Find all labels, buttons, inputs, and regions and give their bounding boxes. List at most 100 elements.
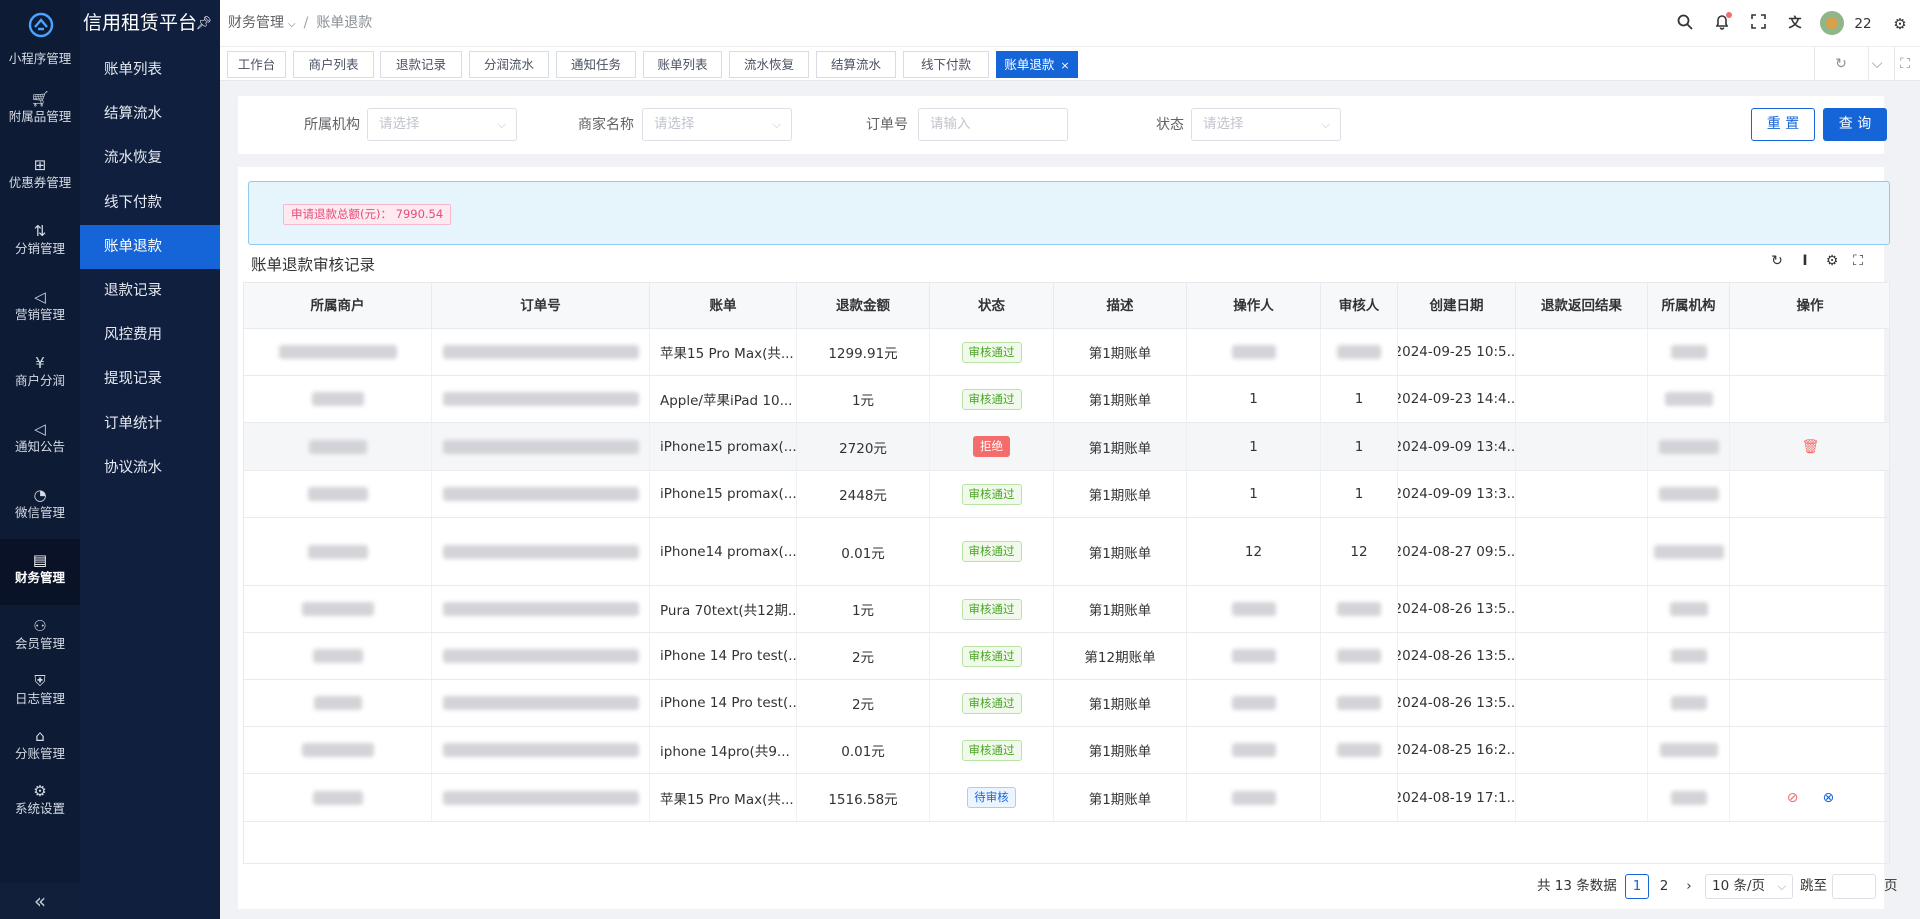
merchant-cell bbox=[244, 329, 432, 375]
merchant-select[interactable]: 请选择 ⌵ bbox=[642, 108, 792, 141]
refresh-tab-icon[interactable]: ↻ bbox=[1832, 55, 1850, 73]
breadcrumb-parent[interactable]: 财务管理 bbox=[228, 15, 284, 31]
created-date-cell: 2024-08-27 09:5... bbox=[1398, 518, 1516, 585]
settings-icon[interactable]: ⚙︎ bbox=[1822, 251, 1842, 271]
refund-result-cell bbox=[1516, 727, 1648, 773]
nav-item-yen[interactable]: ¥ 商户分润 bbox=[0, 342, 80, 397]
redacted-auditor bbox=[1337, 602, 1381, 616]
tab-2[interactable]: 退款记录 bbox=[380, 51, 462, 78]
pagination: 共 13 条数据 1 2 › 10 条/页 ⌵ 跳至 页 bbox=[238, 874, 1898, 904]
fullscreen-icon[interactable] bbox=[1748, 14, 1768, 34]
nav-item-label: 分销管理 bbox=[14, 241, 65, 256]
order-input[interactable]: 请输入 bbox=[918, 108, 1068, 141]
tab-1[interactable]: 商户列表 bbox=[293, 51, 374, 78]
tab-5[interactable]: 账单列表 bbox=[643, 51, 722, 78]
subnav-item-0[interactable]: 账单列表 bbox=[80, 48, 220, 92]
redacted-operator bbox=[1231, 696, 1276, 710]
collapse-sidebar-button[interactable]: « bbox=[0, 883, 80, 919]
user-name[interactable]: 22 bbox=[1852, 14, 1874, 34]
search-button[interactable]: 查 询 bbox=[1823, 108, 1887, 141]
wechat-icon: ◔ bbox=[33, 486, 47, 504]
subnav-item-5[interactable]: 退款记录 bbox=[80, 269, 220, 313]
bill-cell: iPhone14 promax(... bbox=[650, 518, 797, 585]
tab-label: 线下付款 bbox=[920, 57, 971, 72]
reject-icon[interactable]: ⊗ bbox=[1823, 790, 1835, 806]
next-page-icon[interactable]: › bbox=[1679, 874, 1699, 899]
delete-icon[interactable]: 🗑︎ bbox=[1802, 439, 1820, 455]
actions-cell: ⊘ ⊗ bbox=[1730, 774, 1889, 821]
tab-4[interactable]: 通知任务 bbox=[556, 51, 636, 78]
redacted-auditor bbox=[1337, 345, 1381, 359]
page-1[interactable]: 1 bbox=[1625, 874, 1649, 899]
subnav-item-7[interactable]: 提现记录 bbox=[80, 357, 220, 401]
maximize-icon[interactable]: ⛶ bbox=[1896, 55, 1914, 73]
nav-item-notice[interactable]: ◁ 通知公告 bbox=[0, 408, 80, 463]
tab-9[interactable]: 账单退款 × bbox=[996, 51, 1078, 78]
status-cell: 审核通过 bbox=[930, 518, 1054, 585]
nav-item-wechat[interactable]: ◔ 微信管理 bbox=[0, 474, 80, 529]
bill-cell: iPhone15 promax(... bbox=[650, 423, 797, 470]
nav-item-member[interactable]: ⚇ 会员管理 bbox=[0, 605, 80, 660]
subnav-item-4[interactable]: 账单退款 bbox=[80, 224, 220, 269]
bell-icon[interactable] bbox=[1712, 12, 1732, 34]
refresh-icon[interactable]: ↻ bbox=[1767, 251, 1787, 271]
org-select[interactable]: 请选择 ⌵ bbox=[367, 108, 517, 141]
tab-3[interactable]: 分润流水 bbox=[469, 51, 549, 78]
shield-icon: ⛨ bbox=[34, 672, 46, 690]
chevron-down-icon[interactable]: ⌵ bbox=[1868, 55, 1886, 73]
nav-item-megaphone[interactable]: ◁ 营销管理 bbox=[0, 276, 80, 331]
tab-0[interactable]: 工作台 bbox=[227, 51, 286, 78]
tab-6[interactable]: 流水恢复 bbox=[729, 51, 809, 78]
redacted-order-no bbox=[442, 743, 639, 757]
created-date-cell: 2024-08-25 16:2... bbox=[1398, 727, 1516, 773]
close-icon[interactable]: × bbox=[1060, 59, 1069, 72]
miniapp-icon bbox=[0, 0, 80, 48]
tab-7[interactable]: 结算流水 bbox=[816, 51, 896, 78]
tab-label: 商户列表 bbox=[308, 57, 359, 72]
table-row: Pura 70text(共12期... 1元 审核通过 第1期账单 2024-08-26… bbox=[244, 586, 1889, 633]
order-no-cell bbox=[432, 376, 650, 422]
total-count: 共 13 条数据 bbox=[1537, 878, 1617, 894]
subnav-item-3[interactable]: 线下付款 bbox=[80, 181, 220, 225]
amount-cell: 1516.58元 bbox=[797, 774, 930, 821]
status-badge: 审核通过 bbox=[961, 645, 1022, 667]
nav-item-distribution[interactable]: ⇅ 分销管理 bbox=[0, 210, 80, 265]
amount-cell: 0.01元 bbox=[797, 727, 930, 773]
distribution-icon: ⇅ bbox=[33, 222, 47, 240]
reset-button[interactable]: 重 置 bbox=[1751, 108, 1815, 141]
actions-cell bbox=[1730, 633, 1889, 679]
subnav-item-6[interactable]: 风控费用 bbox=[80, 313, 220, 357]
approve-icon[interactable]: ⊘ bbox=[1787, 790, 1799, 806]
redacted-org bbox=[1664, 392, 1713, 406]
subnav-item-9[interactable]: 协议流水 bbox=[80, 446, 220, 490]
column-height-icon[interactable]: Ⅰ bbox=[1795, 251, 1815, 271]
status-select[interactable]: 请选择 ⌵ bbox=[1191, 108, 1341, 141]
subnav-item-8[interactable]: 订单统计 bbox=[80, 402, 220, 446]
avatar[interactable] bbox=[1820, 11, 1844, 35]
auditor-cell: 1 bbox=[1321, 423, 1398, 470]
fullscreen-icon[interactable]: ⛶ bbox=[1848, 251, 1868, 271]
subnav-item-1[interactable]: 结算流水 bbox=[80, 92, 220, 136]
notice-icon: ◁ bbox=[34, 420, 46, 438]
nav-item-miniapp[interactable]: 小程序管理 bbox=[0, 0, 80, 66]
nav-item-split[interactable]: ⌂ 分账管理 bbox=[0, 715, 80, 770]
org-label: 所属机构 bbox=[304, 117, 360, 133]
search-icon[interactable] bbox=[1675, 14, 1695, 34]
amount-cell: 2448元 bbox=[797, 471, 930, 517]
nav-item-finance[interactable]: ▤ 财务管理 bbox=[0, 539, 80, 605]
nav-item-gear[interactable]: ⚙︎ 系统设置 bbox=[0, 770, 80, 825]
subnav-item-2[interactable]: 流水恢复 bbox=[80, 136, 220, 180]
jump-input[interactable] bbox=[1832, 874, 1876, 899]
page-size-select[interactable]: 10 条/页 ⌵ bbox=[1705, 874, 1793, 899]
description-cell: 第1期账单 bbox=[1054, 423, 1187, 470]
pin-icon[interactable]: 📌︎ bbox=[195, 0, 212, 47]
nav-item-shield[interactable]: ⛨ 日志管理 bbox=[0, 660, 80, 715]
gear-icon[interactable]: ⚙︎ bbox=[1890, 14, 1910, 34]
redacted-order-no bbox=[442, 602, 639, 616]
page-2[interactable]: 2 bbox=[1655, 874, 1673, 899]
tab-8[interactable]: 线下付款 bbox=[903, 51, 989, 78]
nav-item-gift[interactable]: ⊞ 优惠券管理 bbox=[0, 144, 80, 199]
translate-icon[interactable]: 文 bbox=[1785, 14, 1805, 34]
nav-item-cart[interactable]: 🛒︎ 附属品管理 bbox=[0, 78, 80, 133]
operator-cell bbox=[1187, 774, 1321, 821]
